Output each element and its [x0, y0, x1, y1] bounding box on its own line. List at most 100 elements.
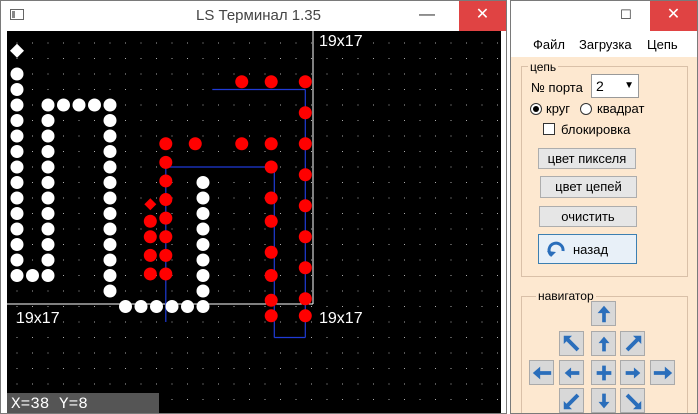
nav-up-button[interactable] [591, 301, 616, 326]
white-pixel [41, 238, 55, 251]
white-pixel [41, 98, 55, 112]
red-pixel [143, 248, 157, 262]
red-pixel [264, 137, 278, 151]
white-pixel [196, 269, 210, 282]
nav-down-small-button[interactable] [591, 388, 616, 413]
white-pixel [10, 191, 24, 205]
nav-down-left-corner-button[interactable] [559, 388, 584, 413]
port-select[interactable]: 2 ▼ [591, 74, 639, 98]
center-arrow-icon [596, 365, 612, 381]
pixel-canvas[interactable]: 19x17 19x17 19x17 X=38 Y=8 [7, 31, 501, 414]
red-pixel [298, 75, 312, 89]
white-pixel [103, 222, 117, 236]
white-pixel [10, 98, 24, 112]
white-pixel [41, 207, 55, 220]
pixel-board[interactable] [7, 31, 501, 414]
red-pixel [235, 75, 249, 89]
undo-arrow-icon [547, 241, 565, 257]
red-pixel [298, 292, 312, 306]
nav-up-right-corner-button[interactable] [620, 331, 645, 356]
down-right-corner-arrow-icon [625, 393, 642, 410]
white-pixel [41, 145, 55, 158]
white-pixel [72, 98, 86, 112]
size-label-top-right: 19x17 [319, 33, 363, 50]
white-pixel [10, 253, 24, 267]
control-panel: цепь № порта 2 ▼ круг квадрат блокировка… [511, 57, 697, 413]
nav-right-button[interactable] [650, 360, 675, 385]
close-button[interactable]: ✕ [459, 1, 506, 31]
red-pixel [264, 160, 278, 174]
red-pixel [264, 269, 278, 282]
red-pixel [159, 211, 173, 225]
back-button-label: назад [573, 242, 609, 257]
back-button[interactable]: назад [538, 234, 637, 264]
red-pixel [264, 75, 278, 89]
white-pixel [10, 176, 24, 189]
white-pixel [196, 207, 210, 220]
nav-left-button[interactable] [529, 360, 554, 385]
port-value: 2 [596, 78, 604, 94]
red-marker-pixel [144, 198, 157, 211]
nav-down-right-corner-button[interactable] [620, 388, 645, 413]
red-pixel [143, 230, 157, 244]
white-pixel [103, 207, 117, 220]
red-pixel [264, 191, 278, 205]
minimize-button[interactable]: — [405, 1, 449, 31]
right-arrow-icon [653, 366, 673, 380]
nav-up-left-corner-button[interactable] [559, 331, 584, 356]
up-right-corner-arrow-icon [625, 335, 642, 352]
maximize-button[interactable]: ☐ [606, 1, 646, 31]
pixel-color-button[interactable]: цвет пикселя [538, 148, 636, 169]
nav-right-small-button[interactable] [620, 360, 645, 385]
white-pixel [57, 98, 70, 112]
red-pixel [159, 193, 173, 207]
white-pixel [10, 222, 24, 236]
size-label-bottom-right: 19x17 [319, 310, 363, 327]
lock-checkbox[interactable] [543, 123, 555, 135]
white-pixel [196, 176, 210, 189]
white-pixel [10, 114, 24, 127]
up-small-arrow-icon [597, 335, 611, 352]
nav-center-button[interactable] [591, 360, 616, 385]
menu-bar: Файл Загрузка Цепь [511, 31, 697, 57]
clear-button[interactable]: очистить [539, 206, 637, 227]
title-bar: LS Терминал 1.35 — ✕ [1, 1, 506, 31]
white-pixel [103, 269, 117, 282]
menu-chain[interactable]: Цепь [647, 37, 678, 52]
radio-circle[interactable] [530, 103, 542, 115]
red-pixel [159, 137, 173, 151]
white-pixel [10, 160, 24, 174]
white-pixel [103, 191, 117, 205]
nav-left-small-button[interactable] [559, 360, 584, 385]
chain-color-button[interactable]: цвет цепей [540, 176, 637, 198]
chain-group-legend: цепь [528, 60, 559, 74]
menu-file[interactable]: Файл [533, 37, 565, 52]
red-pixel [298, 168, 312, 182]
nav-up-small-button[interactable] [591, 331, 616, 356]
red-pixel [143, 214, 157, 228]
up-left-corner-arrow-icon [563, 335, 580, 352]
white-pixel [41, 269, 55, 282]
white-pixel [196, 222, 210, 236]
white-pixel [119, 300, 132, 313]
white-pixel [10, 269, 24, 282]
red-pixel [159, 248, 173, 262]
white-pixel [41, 253, 55, 267]
white-pixel [165, 300, 179, 313]
red-pixel [298, 106, 312, 120]
red-pixel [159, 267, 173, 281]
white-pixel [103, 160, 117, 174]
white-pixel [41, 114, 55, 127]
white-pixel [103, 129, 117, 143]
white-marker-pixel [10, 43, 24, 58]
radio-square[interactable] [580, 103, 592, 115]
red-pixel [143, 267, 157, 281]
white-pixel [103, 145, 117, 158]
menu-load[interactable]: Загрузка [579, 37, 632, 52]
left-arrow-icon [532, 366, 552, 380]
radio-square-label: квадрат [597, 101, 645, 116]
coordinate-status: X=38 Y=8 [7, 393, 159, 413]
white-pixel [196, 284, 210, 298]
white-pixel [150, 300, 163, 313]
side-close-button[interactable]: ✕ [650, 1, 697, 31]
